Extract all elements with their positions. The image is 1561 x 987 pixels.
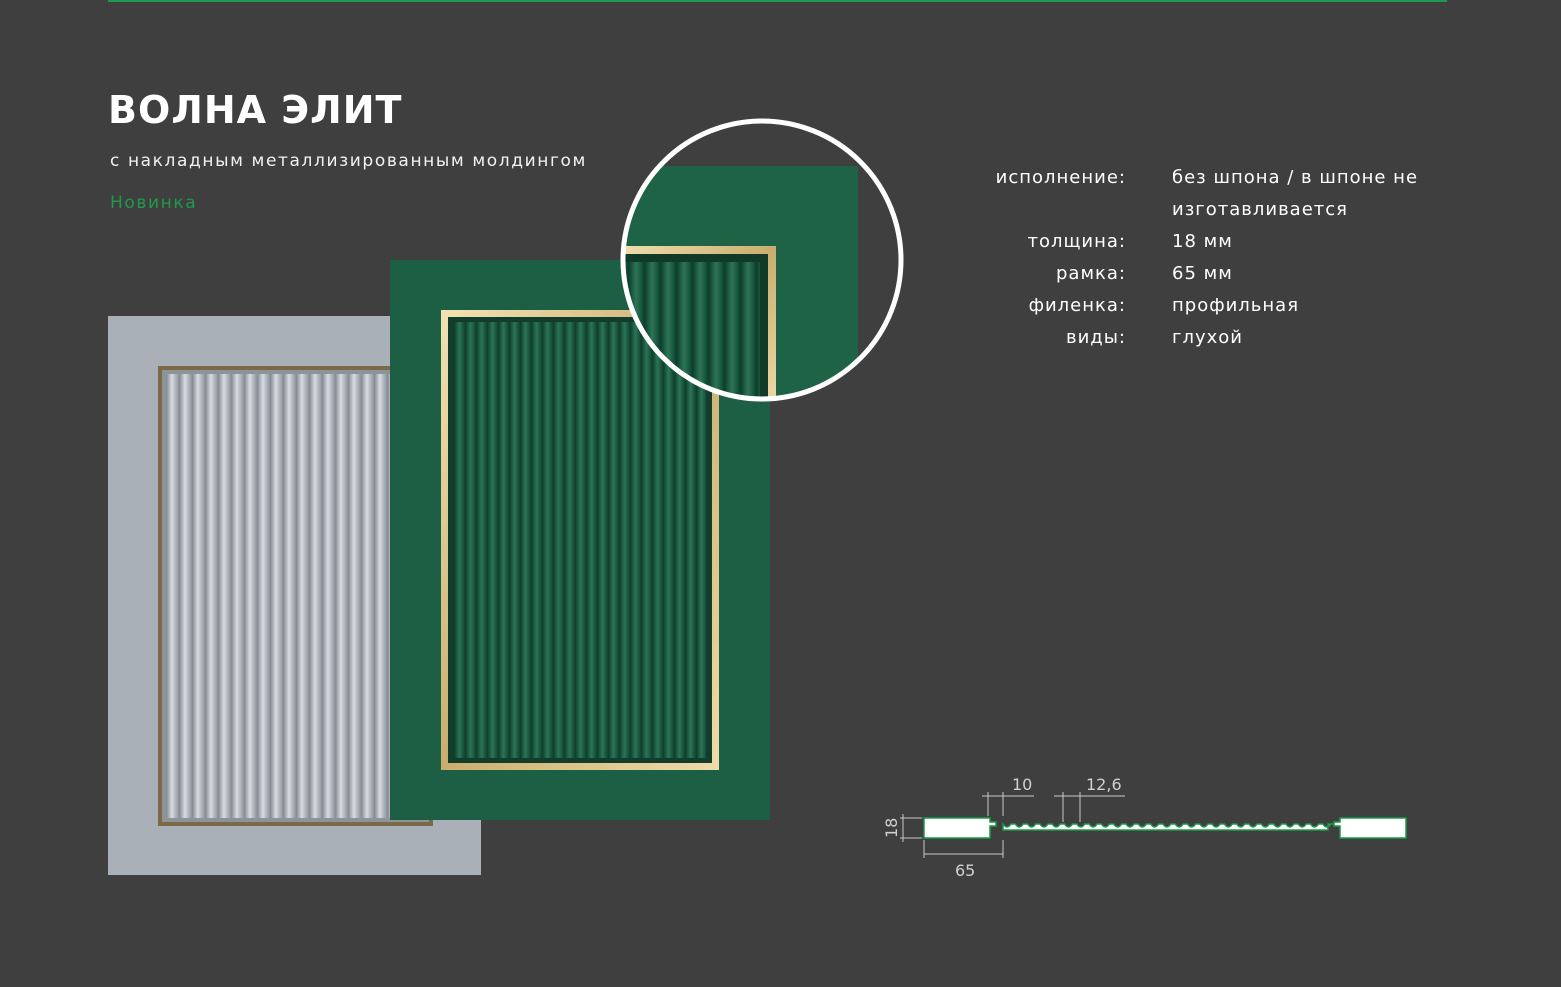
- dimension-frame: 65: [955, 861, 975, 880]
- dimension-pitch: 12,6: [1086, 775, 1122, 794]
- spec-label: толщина:: [1027, 231, 1126, 252]
- spec-row: филенка: профильная: [960, 290, 1480, 322]
- spec-label: виды:: [1065, 327, 1126, 348]
- spec-value: 18 мм: [1172, 231, 1233, 252]
- product-illustration: 10 12,6 65 18: [108, 118, 1407, 880]
- spec-label: исполнение:: [995, 167, 1126, 188]
- spec-value: профильная: [1172, 295, 1300, 316]
- spec-row: рамка: 65 мм: [960, 258, 1480, 290]
- spec-row: виды: глухой: [960, 322, 1480, 354]
- spec-value: без шпона / в шпоне не изготавливается: [1172, 167, 1419, 220]
- profile-cross-section: [900, 792, 1407, 858]
- spec-label: рамка:: [1055, 263, 1126, 284]
- spec-label: филенка:: [1028, 295, 1126, 316]
- dimension-thickness: 18: [882, 818, 901, 838]
- spec-value: глухой: [1172, 327, 1243, 348]
- spec-row: толщина: 18 мм: [960, 226, 1480, 258]
- specs-table: исполнение: без шпона / в шпоне не изгот…: [960, 162, 1480, 354]
- spec-row: исполнение: без шпона / в шпоне не изгот…: [960, 162, 1480, 226]
- dimension-groove: 10: [1012, 775, 1032, 794]
- spec-value: 65 мм: [1172, 263, 1233, 284]
